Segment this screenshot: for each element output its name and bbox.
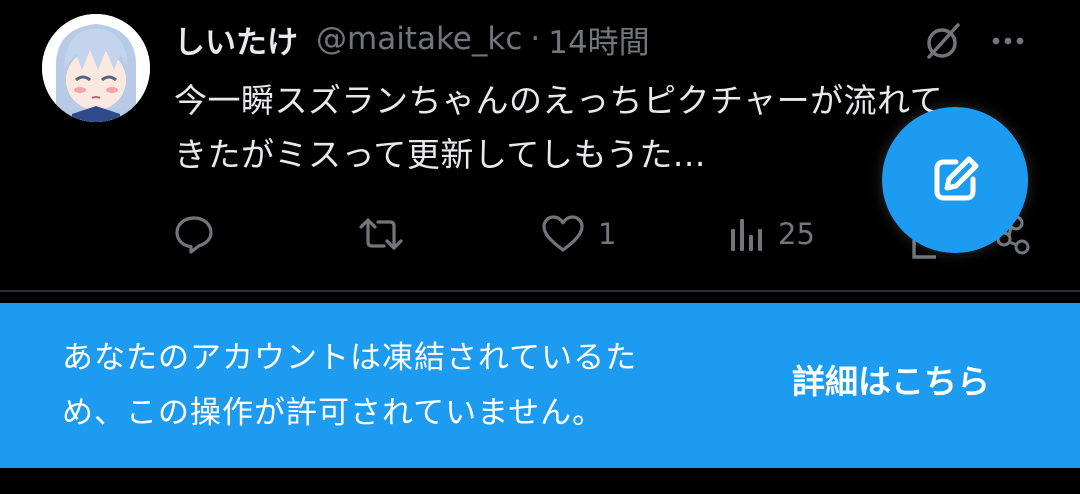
divider [0, 290, 1080, 292]
like-count: 1 [598, 217, 617, 251]
header-separator: · [530, 21, 541, 57]
compose-button[interactable] [882, 107, 1028, 253]
avatar[interactable] [42, 14, 150, 122]
account-suspended-banner: あなたのアカウントは凍結されているた め、この操作が許可されていません。 詳細は… [0, 303, 1080, 468]
like-button[interactable]: 1 [540, 206, 616, 262]
banner-message: あなたのアカウントは凍結されているた め、この操作が許可されていません。 [62, 331, 762, 441]
author-display-name[interactable]: しいたけ [174, 17, 298, 62]
tweet-timestamp[interactable]: 14時間 [548, 17, 649, 62]
more-options-icon[interactable] [988, 24, 1028, 58]
tweet[interactable]: しいたけ @maitake_kc · 14時間 今一瞬スズランちゃんのえっちピク… [0, 0, 1080, 290]
views-icon [731, 219, 762, 251]
view-count: 25 [778, 217, 815, 251]
reply-button[interactable] [170, 206, 230, 262]
reply-icon [175, 216, 213, 254]
compose-icon [934, 156, 979, 201]
avatar-illustration [42, 14, 150, 122]
retweet-icon [359, 218, 403, 250]
banner-message-line: め、この操作が許可されていません。 [62, 395, 605, 431]
grok-icon[interactable] [920, 18, 966, 64]
retweet-button[interactable] [356, 206, 418, 262]
learn-more-link[interactable]: 詳細はこちら [792, 355, 990, 403]
author-handle[interactable]: @maitake_kc [316, 21, 522, 57]
views-button[interactable]: 25 [726, 206, 815, 262]
heart-icon [542, 215, 584, 252]
banner-message-line: あなたのアカウントは凍結されているた [62, 340, 638, 376]
tweet-header: しいたけ @maitake_kc · 14時間 [174, 16, 650, 62]
